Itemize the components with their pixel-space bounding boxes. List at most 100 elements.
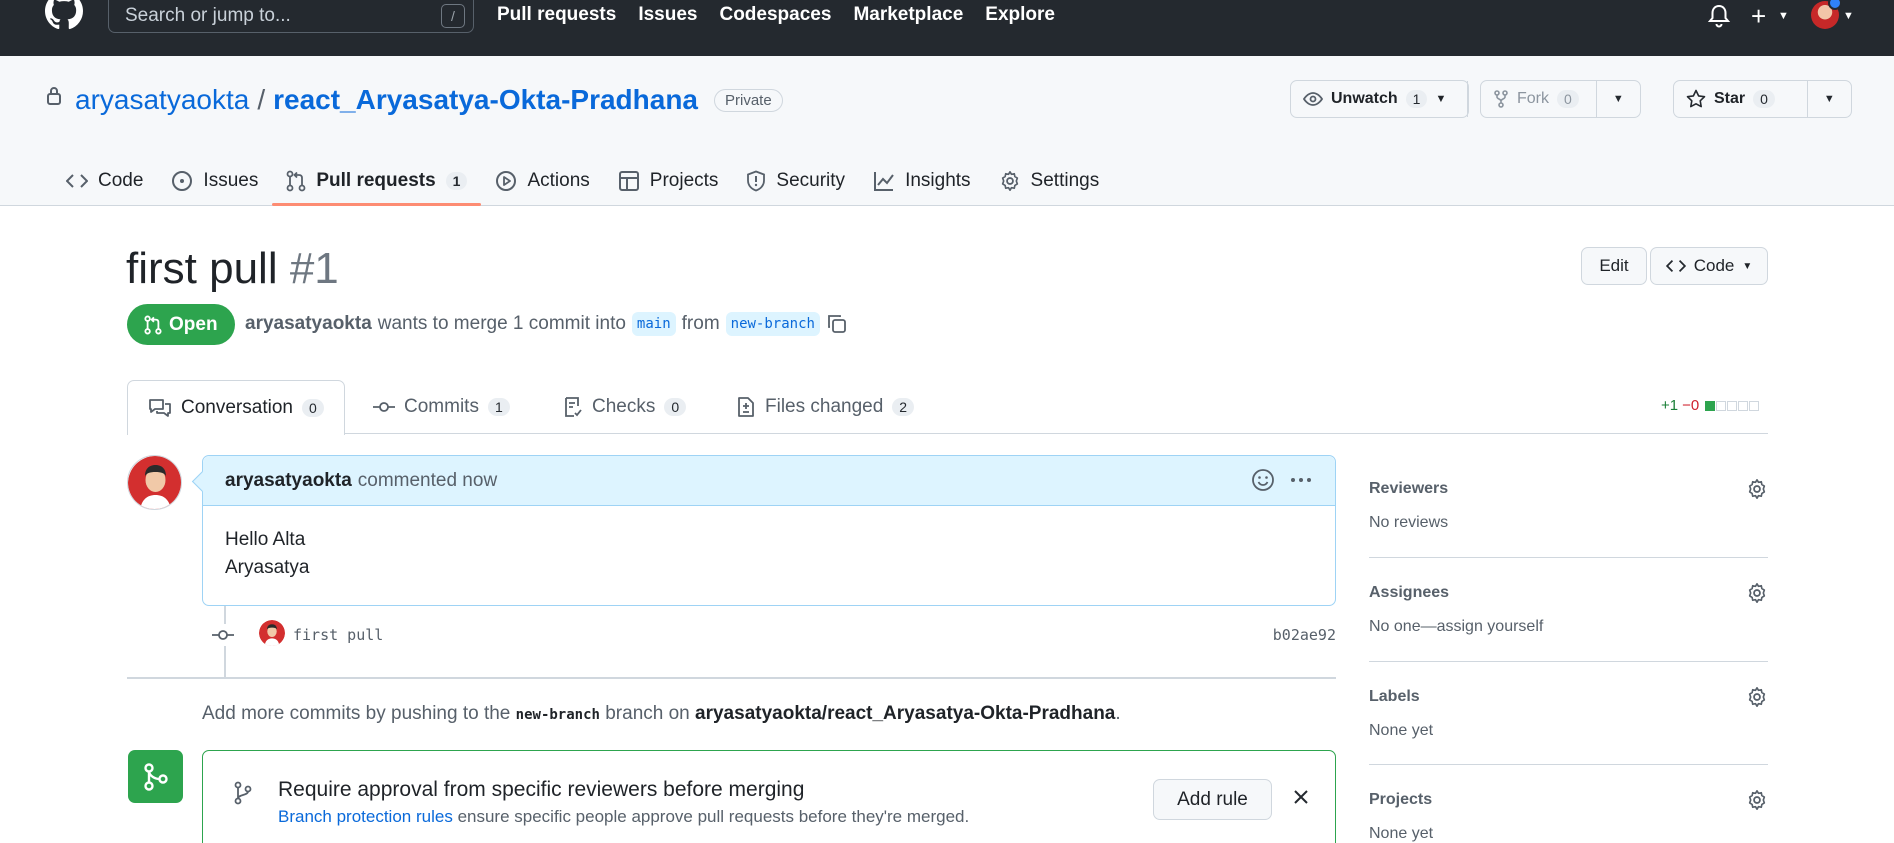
star-button[interactable]: Star 0: [1674, 81, 1808, 117]
tab-pull-requests[interactable]: Pull requests 1: [272, 156, 482, 206]
gear-icon[interactable]: [1746, 789, 1768, 811]
notifications-bell-icon[interactable]: [1707, 3, 1731, 29]
pr-meta: aryasatyaokta wants to merge 1 commit in…: [245, 312, 848, 336]
fork-dropdown-caret-icon[interactable]: ▼: [1597, 81, 1640, 117]
diffstat: +1 −0: [1661, 397, 1760, 414]
tab-conversation[interactable]: Conversation 0: [127, 380, 345, 435]
code-icon: [66, 174, 88, 188]
diffstat-block: [1716, 400, 1727, 411]
git-branch-icon: [234, 781, 252, 805]
diffstat-block: [1727, 400, 1738, 411]
file-diff-icon: [738, 397, 754, 417]
push-hint: Add more commits by pushing to the new-b…: [202, 703, 1121, 725]
tab-files-changed-count: 2: [892, 398, 915, 416]
star-label: Star: [1714, 90, 1746, 107]
sidebar-labels-label[interactable]: Labels: [1369, 688, 1420, 706]
comment-body: Hello Alta Aryasatya: [203, 506, 1335, 602]
fork-count: 0: [1557, 90, 1579, 108]
visibility-badge: Private: [714, 88, 783, 112]
lock-icon: [47, 87, 61, 105]
tab-commits[interactable]: Commits 1: [373, 380, 510, 434]
tab-projects[interactable]: Projects: [604, 156, 733, 206]
repo-owner-link[interactable]: aryasatyaokta: [75, 84, 249, 116]
tab-actions[interactable]: Actions: [481, 156, 603, 206]
tab-checks[interactable]: Checks 0: [563, 380, 687, 434]
repo-name-link[interactable]: react_Aryasatya-Okta-Pradhana: [273, 84, 698, 116]
watch-count: 1: [1405, 90, 1428, 108]
branch-protection-prompt: Require approval from specific reviewers…: [202, 750, 1336, 843]
pr-number: #1: [289, 244, 339, 293]
sidebar-assignees: Assignees No one—assign yourself: [1369, 558, 1768, 662]
gear-icon[interactable]: [1746, 478, 1768, 500]
star-dropdown-caret-icon[interactable]: ▼: [1808, 81, 1851, 117]
star-button-group: Star 0 ▼: [1673, 80, 1852, 118]
sidebar-assignees-value[interactable]: No one—assign yourself: [1369, 618, 1543, 636]
comment-author-link[interactable]: aryasatyaokta: [225, 470, 352, 492]
checklist-icon: [565, 397, 582, 417]
avatar-photo-icon: [128, 456, 181, 509]
unwatch-button[interactable]: Unwatch 1 ▼: [1291, 81, 1468, 117]
tab-files-changed[interactable]: Files changed 2: [736, 380, 915, 434]
eye-icon: [1303, 92, 1323, 106]
copy-icon[interactable]: [826, 313, 848, 335]
pr-state-label: Open: [169, 313, 218, 335]
shield-icon: [747, 170, 766, 192]
nav-marketplace[interactable]: Marketplace: [853, 4, 963, 26]
create-new-plus-icon[interactable]: +: [1751, 3, 1766, 29]
commit-author-avatar[interactable]: [259, 620, 285, 646]
tab-insights[interactable]: Insights: [859, 156, 984, 206]
gear-icon[interactable]: [1746, 686, 1768, 708]
branch-protection-subtext: ensure specific people approve pull requ…: [457, 807, 970, 826]
head-branch[interactable]: new-branch: [725, 312, 820, 336]
tab-issues[interactable]: Issues: [157, 156, 272, 206]
nav-issues[interactable]: Issues: [638, 4, 697, 26]
fork-button[interactable]: Fork 0: [1481, 81, 1597, 117]
tab-security[interactable]: Security: [732, 156, 859, 206]
fork-label: Fork: [1517, 90, 1549, 107]
comment-timestamp: commented now: [357, 469, 498, 491]
commit-event: first pull b02ae92: [212, 620, 1336, 650]
nav-explore[interactable]: Explore: [985, 4, 1055, 26]
sidebar-reviewers-label[interactable]: Reviewers: [1369, 480, 1448, 498]
nav-pull-requests[interactable]: Pull requests: [497, 4, 616, 26]
comment-tools: [1251, 468, 1313, 492]
user-menu-caret-icon[interactable]: ▼: [1843, 10, 1854, 22]
code-dropdown-button[interactable]: Code ▼: [1650, 247, 1768, 285]
global-header: Search or jump to... / Pull requests Iss…: [0, 0, 1894, 56]
table-icon: [618, 171, 639, 191]
add-rule-button[interactable]: Add rule: [1153, 779, 1272, 820]
tab-pull-requests-count: 1: [445, 172, 468, 190]
create-new-caret-icon[interactable]: ▼: [1778, 10, 1789, 22]
github-logo-icon[interactable]: [42, 0, 86, 30]
comment-card: aryasatyaokta commented now Hello Alta A…: [202, 455, 1336, 606]
tab-code-label: Code: [98, 170, 144, 191]
edit-button[interactable]: Edit: [1581, 247, 1647, 285]
tab-commits-label: Commits: [404, 396, 479, 417]
branch-protection-subtitle: Branch protection rules ensure specific …: [278, 807, 969, 827]
graph-icon: [874, 172, 894, 191]
kebab-horizontal-icon[interactable]: [1289, 468, 1313, 492]
comment-author-avatar[interactable]: [127, 455, 182, 510]
sidebar-projects-label[interactable]: Projects: [1369, 791, 1432, 809]
smiley-icon[interactable]: [1251, 468, 1275, 492]
issue-opened-icon: [172, 171, 193, 191]
repository-title: aryasatyaokta / react_Aryasatya-Okta-Pra…: [75, 84, 783, 116]
search-input[interactable]: Search or jump to... /: [108, 0, 474, 33]
code-caret-icon: ▼: [1742, 260, 1753, 272]
nav-codespaces[interactable]: Codespaces: [719, 4, 831, 26]
tab-settings[interactable]: Settings: [985, 156, 1114, 206]
gear-icon[interactable]: [1746, 582, 1768, 604]
repository-tabs: Code Issues Pull requests 1 Actions Proj…: [52, 156, 1113, 206]
tab-pull-requests-label: Pull requests: [316, 170, 436, 191]
status-dot-icon: [1828, 0, 1842, 10]
push-hint-branch: new-branch: [515, 707, 600, 723]
commit-sha-link[interactable]: b02ae92: [1273, 626, 1336, 644]
close-icon[interactable]: [1293, 789, 1309, 805]
tab-code[interactable]: Code: [52, 156, 157, 206]
base-branch[interactable]: main: [631, 312, 676, 336]
pr-author-link[interactable]: aryasatyaokta: [245, 313, 372, 335]
sidebar-assignees-label[interactable]: Assignees: [1369, 584, 1449, 602]
commit-message-link[interactable]: first pull: [293, 626, 383, 644]
branch-protection-rules-link[interactable]: Branch protection rules: [278, 807, 453, 826]
global-nav: Pull requests Issues Codespaces Marketpl…: [497, 4, 1055, 26]
